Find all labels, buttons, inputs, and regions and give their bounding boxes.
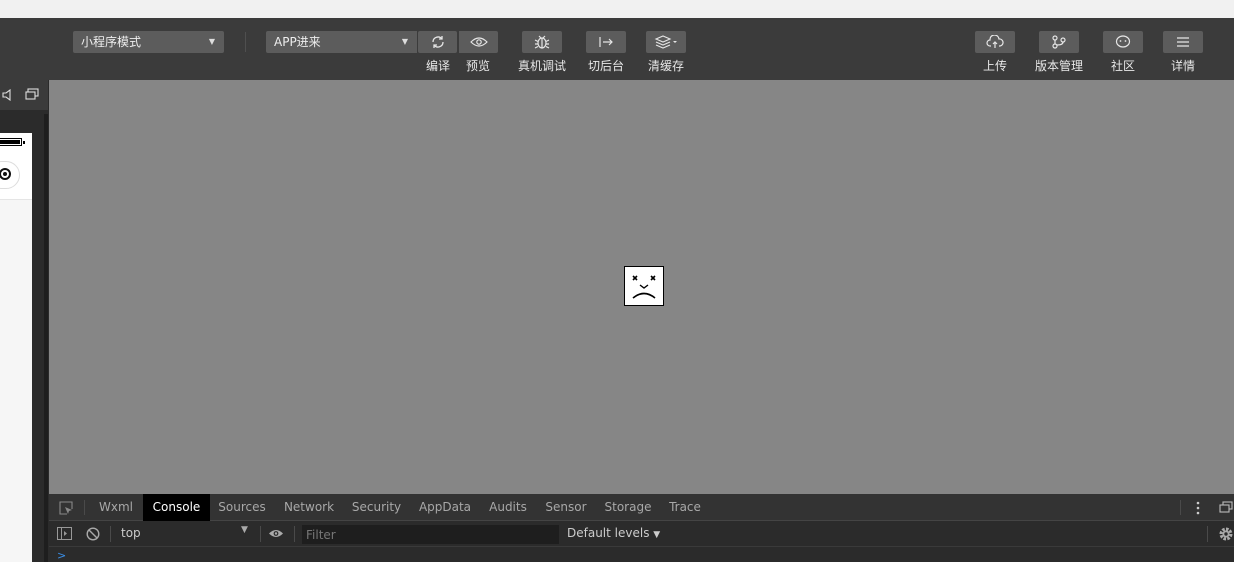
toolbar-divider xyxy=(294,526,295,542)
tab-wxml[interactable]: Wxml xyxy=(91,494,141,521)
chevron-down-icon: ▼ xyxy=(401,37,408,46)
preview-label: 预览 xyxy=(465,59,490,73)
tab-trace[interactable]: Trace xyxy=(663,494,707,521)
chat-bubble-icon xyxy=(1115,35,1131,48)
background-label: 切后台 xyxy=(587,59,624,73)
chevron-down-icon: ▼ xyxy=(208,37,215,46)
clear-cache-button[interactable] xyxy=(646,31,686,53)
remote-debug-label: 真机调试 xyxy=(517,59,566,73)
details-label: 详情 xyxy=(1170,59,1195,73)
compile-button[interactable] xyxy=(418,31,457,53)
switch-background-icon xyxy=(599,37,613,47)
console-prompt[interactable]: > xyxy=(57,549,66,562)
clear-console-icon[interactable] xyxy=(86,527,100,541)
toolbar-divider xyxy=(245,32,246,52)
tab-appdata[interactable]: AppData xyxy=(413,494,477,521)
tab-network[interactable]: Network xyxy=(277,494,341,521)
capsule-button[interactable] xyxy=(0,161,20,189)
volume-icon[interactable] xyxy=(2,89,12,101)
toolbar-divider xyxy=(260,526,261,542)
details-button[interactable] xyxy=(1163,31,1203,53)
layers-icon xyxy=(654,35,677,49)
mode-select-value: 小程序模式 xyxy=(81,35,142,49)
main-toolbar: 小程序模式 ▼ APP进来 ▼ 编译 预览 真机调试 切后台 清缓存 上传 版本… xyxy=(0,18,1234,80)
remote-debug-button[interactable] xyxy=(522,31,562,53)
more-options-icon[interactable] xyxy=(1194,500,1202,516)
mode-select[interactable]: 小程序模式 ▼ xyxy=(73,31,224,53)
window-title-strip xyxy=(0,0,1234,18)
sad-face-icon xyxy=(624,266,664,306)
preview-button[interactable] xyxy=(459,31,498,53)
branch-icon xyxy=(1052,35,1066,49)
tab-console[interactable]: Console xyxy=(143,494,210,521)
tabs-divider xyxy=(1180,500,1181,515)
clear-cache-label: 清缓存 xyxy=(647,59,684,73)
close-target-icon xyxy=(0,168,11,180)
tab-sources[interactable]: Sources xyxy=(213,494,271,521)
phone-nav-bar xyxy=(0,155,32,200)
webview-area xyxy=(49,80,1234,494)
eye-icon xyxy=(469,37,488,47)
filter-input[interactable] xyxy=(302,525,559,544)
community-button[interactable] xyxy=(1103,31,1143,53)
version-label: 版本管理 xyxy=(1034,59,1083,73)
refresh-icon xyxy=(431,36,444,48)
undock-icon[interactable] xyxy=(1219,501,1233,514)
console-toolbar: top ▼ Default levels ▼ xyxy=(49,521,1234,547)
version-button[interactable] xyxy=(1039,31,1079,53)
context-select[interactable]: top xyxy=(121,526,141,540)
panel-resize-handle[interactable] xyxy=(44,114,48,562)
community-label: 社区 xyxy=(1110,59,1135,73)
tab-storage[interactable]: Storage xyxy=(599,494,657,521)
toggle-sidebar-icon[interactable] xyxy=(57,527,72,540)
phone-status-bar xyxy=(0,133,32,155)
tab-audits[interactable]: Audits xyxy=(483,494,533,521)
compile-mode-select[interactable]: APP进来 ▼ xyxy=(266,31,417,53)
simulator-toolbar xyxy=(0,80,48,110)
background-button[interactable] xyxy=(586,31,626,53)
tabs-divider xyxy=(84,500,85,515)
menu-icon xyxy=(1177,37,1189,47)
toolbar-divider xyxy=(1207,526,1208,542)
detach-window-icon[interactable] xyxy=(25,88,39,100)
context-chevron-down-icon: ▼ xyxy=(241,525,248,535)
phone-screen xyxy=(0,133,32,562)
toolbar-divider xyxy=(110,526,111,542)
devtools-panel: Wxml Console Sources Network Security Ap… xyxy=(49,494,1234,562)
devtools-tabs: Wxml Console Sources Network Security Ap… xyxy=(49,494,1234,521)
battery-icon xyxy=(0,138,25,146)
cloud-upload-icon xyxy=(986,35,1004,48)
chevron-down-icon: ▼ xyxy=(653,530,661,540)
compile-mode-value: APP进来 xyxy=(274,35,321,49)
simulator-panel xyxy=(0,80,48,562)
settings-gear-icon[interactable] xyxy=(1218,526,1234,542)
inspect-element-icon[interactable] xyxy=(59,501,73,515)
tab-sensor[interactable]: Sensor xyxy=(540,494,592,521)
bug-icon xyxy=(534,35,550,49)
tab-security[interactable]: Security xyxy=(345,494,408,521)
log-levels-label: Default levels xyxy=(567,526,650,540)
log-levels-select[interactable]: Default levels ▼ xyxy=(567,526,660,540)
upload-label: 上传 xyxy=(982,59,1007,73)
eye-icon[interactable] xyxy=(268,528,284,539)
upload-button[interactable] xyxy=(975,31,1015,53)
